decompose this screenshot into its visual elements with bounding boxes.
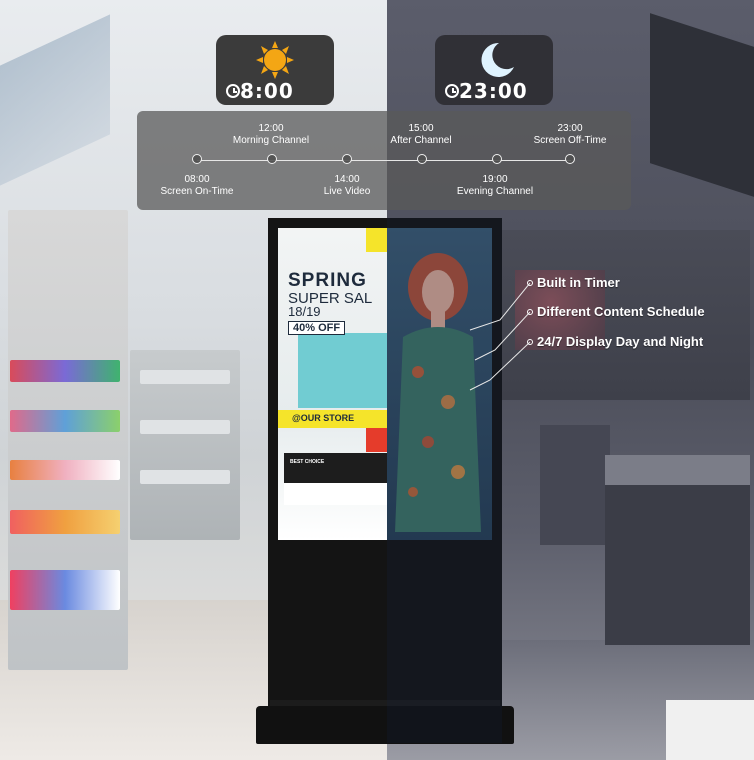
shelf-products — [10, 570, 120, 610]
night-overlay — [387, 218, 502, 743]
timeline-node — [342, 154, 352, 164]
timeline-node — [492, 154, 502, 164]
timeline-node — [565, 154, 575, 164]
night-time-badge: 23:00 — [435, 35, 553, 105]
timeline-label: Screen On-Time — [160, 186, 234, 197]
poster-date: 18/19 — [288, 304, 321, 319]
night-time: 23:00 — [459, 79, 528, 103]
timeline-time: 19:00 — [482, 174, 508, 185]
timeline-time: 23:00 — [557, 123, 583, 134]
timeline-node — [192, 154, 202, 164]
shelf-products — [10, 360, 120, 382]
timeline-label: Morning Channel — [232, 135, 310, 146]
clock-icon — [226, 84, 240, 98]
timeline-time: 12:00 — [258, 123, 284, 134]
timeline-time: 14:00 — [334, 174, 360, 185]
shelf-tier — [140, 470, 230, 484]
schedule-timeline: 12:00 Morning Channel 15:00 After Channe… — [137, 111, 631, 210]
timeline-label: Evening Channel — [456, 186, 534, 197]
kiosk-promo-image: SPRING SUPER SAL 18/19 40% OFF @OUR STOR… — [0, 0, 754, 760]
callout-dot — [527, 280, 533, 286]
timeline-label: Screen Off-Time — [533, 135, 607, 146]
counter-top — [605, 455, 750, 485]
poster-red-accent — [366, 428, 387, 452]
timeline-item-after: 15:00 After Channel — [390, 123, 451, 147]
timeline-item-morning: 12:00 Morning Channel — [233, 123, 309, 147]
shelf-products — [10, 510, 120, 534]
poster-store: @OUR STORE — [292, 413, 355, 423]
timeline-item-on: 08:00 Screen On-Time — [161, 174, 234, 198]
poster-teal-block — [298, 333, 387, 408]
callout-dot — [527, 339, 533, 345]
day-time-badge: 8:00 — [216, 35, 334, 105]
poster-accent — [366, 228, 387, 252]
shelf-tier — [140, 370, 230, 384]
timeline-node — [417, 154, 427, 164]
poster-best: BEST CHOICE — [290, 459, 325, 465]
callout-dot — [527, 309, 533, 315]
sun-icon — [256, 41, 294, 79]
counter-night — [540, 425, 610, 545]
timeline-time: 15:00 — [408, 123, 434, 134]
feature-timer: Built in Timer — [537, 275, 620, 290]
timeline-label: After Channel — [390, 135, 452, 146]
moon-icon — [481, 42, 514, 77]
corner-block — [666, 700, 754, 760]
clock-icon — [445, 84, 459, 98]
timeline-item-off: 23:00 Screen Off-Time — [534, 123, 607, 147]
timeline-item-live: 14:00 Live Video — [324, 174, 371, 198]
feature-schedule: Different Content Schedule — [537, 304, 705, 319]
shelf-products — [10, 410, 120, 432]
shelf-tier — [140, 420, 230, 434]
timeline-time: 08:00 — [184, 174, 210, 185]
feature-display: 24/7 Display Day and Night — [537, 334, 704, 349]
shelf-products — [10, 460, 120, 480]
screen-day-content: SPRING SUPER SAL 18/19 40% OFF @OUR STOR… — [278, 228, 387, 540]
poster-discount: 40% OFF — [288, 321, 346, 335]
poster-headline: SPRING — [288, 270, 367, 291]
timeline-label: Live Video — [323, 186, 371, 197]
timeline-line — [197, 160, 571, 161]
day-time: 8:00 — [240, 79, 294, 103]
timeline-item-evening: 19:00 Evening Channel — [457, 174, 533, 198]
poster-footer — [284, 483, 387, 505]
timeline-node — [267, 154, 277, 164]
